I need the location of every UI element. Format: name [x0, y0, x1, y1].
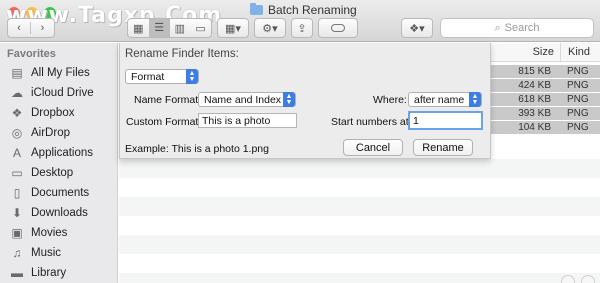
- movies-icon: ▣: [11, 226, 23, 240]
- sidebar-item-desktop[interactable]: ▭ Desktop: [10, 164, 73, 182]
- start-numbers-label: Start numbers at:: [331, 116, 412, 128]
- sidebar-item-label: Downloads: [31, 207, 88, 219]
- sidebar-item-label: Desktop: [31, 167, 74, 179]
- library-icon: ▬: [11, 266, 23, 280]
- search-icon: ⌕: [494, 21, 501, 34]
- name-format-label: Name Format:: [134, 94, 202, 106]
- sidebar-item-label: Music: [31, 247, 62, 259]
- sidebar-item-label: iCloud Drive: [31, 87, 94, 99]
- select-arrows-icon: ▲ ▼: [469, 92, 481, 107]
- custom-format-field[interactable]: This is a photo: [198, 113, 297, 128]
- airdrop-icon: ◎: [11, 126, 23, 140]
- applications-icon: A: [12, 146, 21, 160]
- sidebar-item-label: Movies: [31, 227, 68, 239]
- tag-icon: [331, 24, 345, 32]
- cloud-icon: ☁: [11, 86, 23, 100]
- start-numbers-field[interactable]: 1: [408, 111, 483, 130]
- sidebar-item-dropbox[interactable]: ❖ Dropbox: [10, 104, 75, 122]
- music-icon: ♫: [12, 246, 22, 260]
- window-title-text: Batch Renaming: [268, 3, 357, 17]
- sidebar-item-label: Documents: [31, 187, 90, 199]
- window-title: Batch Renaming: [250, 3, 357, 17]
- arrange-button[interactable]: ▦▾: [217, 18, 249, 38]
- files-icon: ▤: [11, 66, 23, 80]
- table-row[interactable]: 815 KB PNG: [489, 65, 600, 78]
- rename-button[interactable]: Rename: [413, 139, 473, 156]
- sidebar-item-label: Library: [31, 267, 67, 279]
- cover-flow-icon[interactable]: ▭: [190, 22, 211, 35]
- sidebar-item-label: Dropbox: [31, 107, 75, 119]
- window-toolbar: www.Tagxp.Com Batch Renaming ‹ › ▦ ☰ ▥ ▭…: [0, 0, 600, 42]
- column-header-size[interactable]: Size: [489, 43, 560, 62]
- sidebar-item-movies[interactable]: ▣ Movies: [10, 224, 67, 242]
- where-label: Where:: [373, 94, 407, 106]
- sidebar-item-icloud-drive[interactable]: ☁ iCloud Drive: [10, 84, 94, 102]
- select-arrows-icon: ▲ ▼: [283, 92, 295, 107]
- downloads-icon: ⬇: [11, 206, 23, 220]
- scroll-button[interactable]: [561, 275, 575, 283]
- sidebar-item-all-my-files[interactable]: ▤ All My Files: [10, 64, 90, 82]
- gear-icon: ⚙▾: [262, 22, 278, 35]
- folder-icon: [250, 3, 263, 15]
- icon-view-icon[interactable]: ▦: [128, 22, 149, 35]
- desktop-icon: ▭: [11, 166, 23, 180]
- share-button[interactable]: ⇪: [291, 18, 313, 38]
- table-row[interactable]: 424 KB PNG: [489, 79, 600, 92]
- dropbox-icon: ❖: [11, 106, 23, 120]
- sidebar-item-applications[interactable]: A Applications: [10, 144, 93, 162]
- action-button[interactable]: ⚙▾: [254, 18, 286, 38]
- where-select[interactable]: after name ▲ ▼: [408, 92, 482, 107]
- rename-dialog: Rename Finder Items: Format ▲ ▼ Name Form…: [119, 43, 491, 159]
- custom-format-label: Custom Format:: [126, 116, 202, 128]
- dialog-title: Rename Finder Items:: [125, 48, 239, 60]
- tag-button[interactable]: [318, 18, 358, 38]
- sidebar-item-library[interactable]: ▬ Library: [10, 264, 66, 282]
- dropbox-icon: ❖▾: [409, 22, 425, 35]
- column-header-kind[interactable]: Kind: [560, 43, 600, 62]
- sidebar-item-music[interactable]: ♫ Music: [10, 244, 62, 262]
- documents-icon: ▯: [13, 186, 21, 200]
- sidebar-item-label: All My Files: [31, 67, 90, 79]
- share-icon: ⇪: [297, 22, 307, 35]
- list-view-icon[interactable]: ☰: [148, 19, 170, 37]
- grid-arrange-icon: ▦▾: [225, 22, 241, 35]
- chevron-left-icon[interactable]: ‹: [8, 22, 31, 34]
- sidebar-item-label: Applications: [31, 147, 94, 159]
- sidebar-item-airdrop[interactable]: ◎ AirDrop: [10, 124, 70, 142]
- sidebar-heading: Favorites: [7, 48, 56, 60]
- example-text: Example: This is a photo 1.png: [125, 143, 269, 155]
- name-format-select[interactable]: Name and Index ▲ ▼: [198, 92, 296, 107]
- view-mode-buttons[interactable]: ▦ ☰ ▥ ▭: [127, 18, 212, 38]
- sidebar-item-documents[interactable]: ▯ Documents: [10, 184, 89, 202]
- sidebar: Favorites ▤ All My Files ☁ iCloud Drive …: [0, 43, 118, 283]
- sidebar-item-label: AirDrop: [31, 127, 70, 139]
- table-row[interactable]: 618 KB PNG: [489, 93, 600, 106]
- search-placeholder: Search: [504, 22, 540, 34]
- cancel-button[interactable]: Cancel: [343, 139, 403, 156]
- scroll-button[interactable]: [581, 275, 595, 283]
- search-input[interactable]: ⌕ Search: [440, 18, 594, 38]
- back-forward-buttons[interactable]: ‹ ›: [7, 18, 55, 38]
- sidebar-item-downloads[interactable]: ⬇ Downloads: [10, 204, 88, 222]
- dropbox-toolbar-button[interactable]: ❖▾: [401, 18, 433, 38]
- mode-select[interactable]: Format ▲ ▼: [125, 69, 199, 84]
- select-arrows-icon: ▲ ▼: [186, 69, 198, 84]
- table-row[interactable]: 393 KB PNG: [489, 107, 600, 120]
- chevron-right-icon[interactable]: ›: [31, 22, 54, 34]
- column-view-icon[interactable]: ▥: [170, 22, 191, 35]
- table-row[interactable]: 104 KB PNG: [489, 121, 600, 134]
